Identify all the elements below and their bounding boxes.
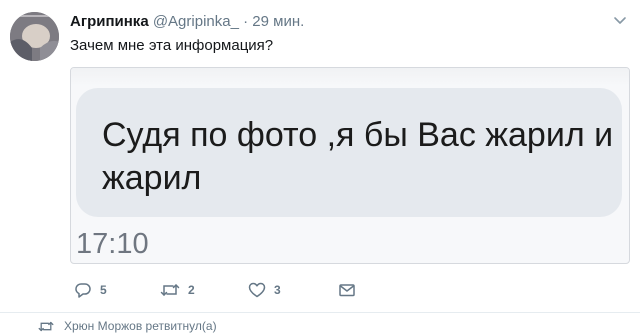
retweet-context: Хрюн Моржов ретвитнул(а) xyxy=(38,319,217,333)
heart-icon xyxy=(248,282,266,298)
message-bubble: Судя по фото ,я бы Вас жарил и жарил xyxy=(76,88,622,217)
retweet-icon xyxy=(38,321,54,331)
like-count: 3 xyxy=(274,283,281,297)
tweet-text: Зачем мне эта информация? xyxy=(70,37,274,54)
tweet-timestamp[interactable]: 29 мин. xyxy=(252,13,304,30)
tweet-header: Агрипинка @Agripinka_ · 29 мин. xyxy=(70,13,304,31)
direct-message-button[interactable] xyxy=(338,280,356,300)
envelope-icon xyxy=(339,284,355,297)
reply-button[interactable]: 5 xyxy=(74,280,107,300)
reply-icon xyxy=(75,283,91,298)
avatar[interactable] xyxy=(10,12,59,61)
user-handle[interactable]: @Agripinka_ xyxy=(153,13,239,30)
tweet[interactable]: Агрипинка @Agripinka_ · 29 мин. Зачем мн… xyxy=(0,0,640,310)
retweet-button[interactable]: 2 xyxy=(160,280,195,300)
next-timeline-item[interactable]: Хрюн Моржов ретвитнул(а) xyxy=(0,312,640,335)
reply-count: 5 xyxy=(100,283,107,297)
retweeted-by-text[interactable]: Хрюн Моржов ретвитнул(а) xyxy=(64,319,217,333)
avatar-image xyxy=(10,12,59,61)
retweet-count: 2 xyxy=(188,283,195,297)
image-top-strip xyxy=(71,68,629,86)
separator-dot: · xyxy=(243,13,249,30)
retweet-icon xyxy=(160,284,180,296)
tweet-actions: 5 2 3 xyxy=(74,280,374,300)
like-button[interactable]: 3 xyxy=(248,280,281,300)
tweet-media-image[interactable]: Судя по фото ,я бы Вас жарил и жарил 17:… xyxy=(70,67,630,264)
display-name[interactable]: Агрипинка xyxy=(70,13,149,30)
chevron-down-icon[interactable] xyxy=(613,14,627,28)
message-bubble-text: Судя по фото ,я бы Вас жарил и жарил xyxy=(102,116,614,197)
message-time: 17:10 xyxy=(76,228,149,260)
